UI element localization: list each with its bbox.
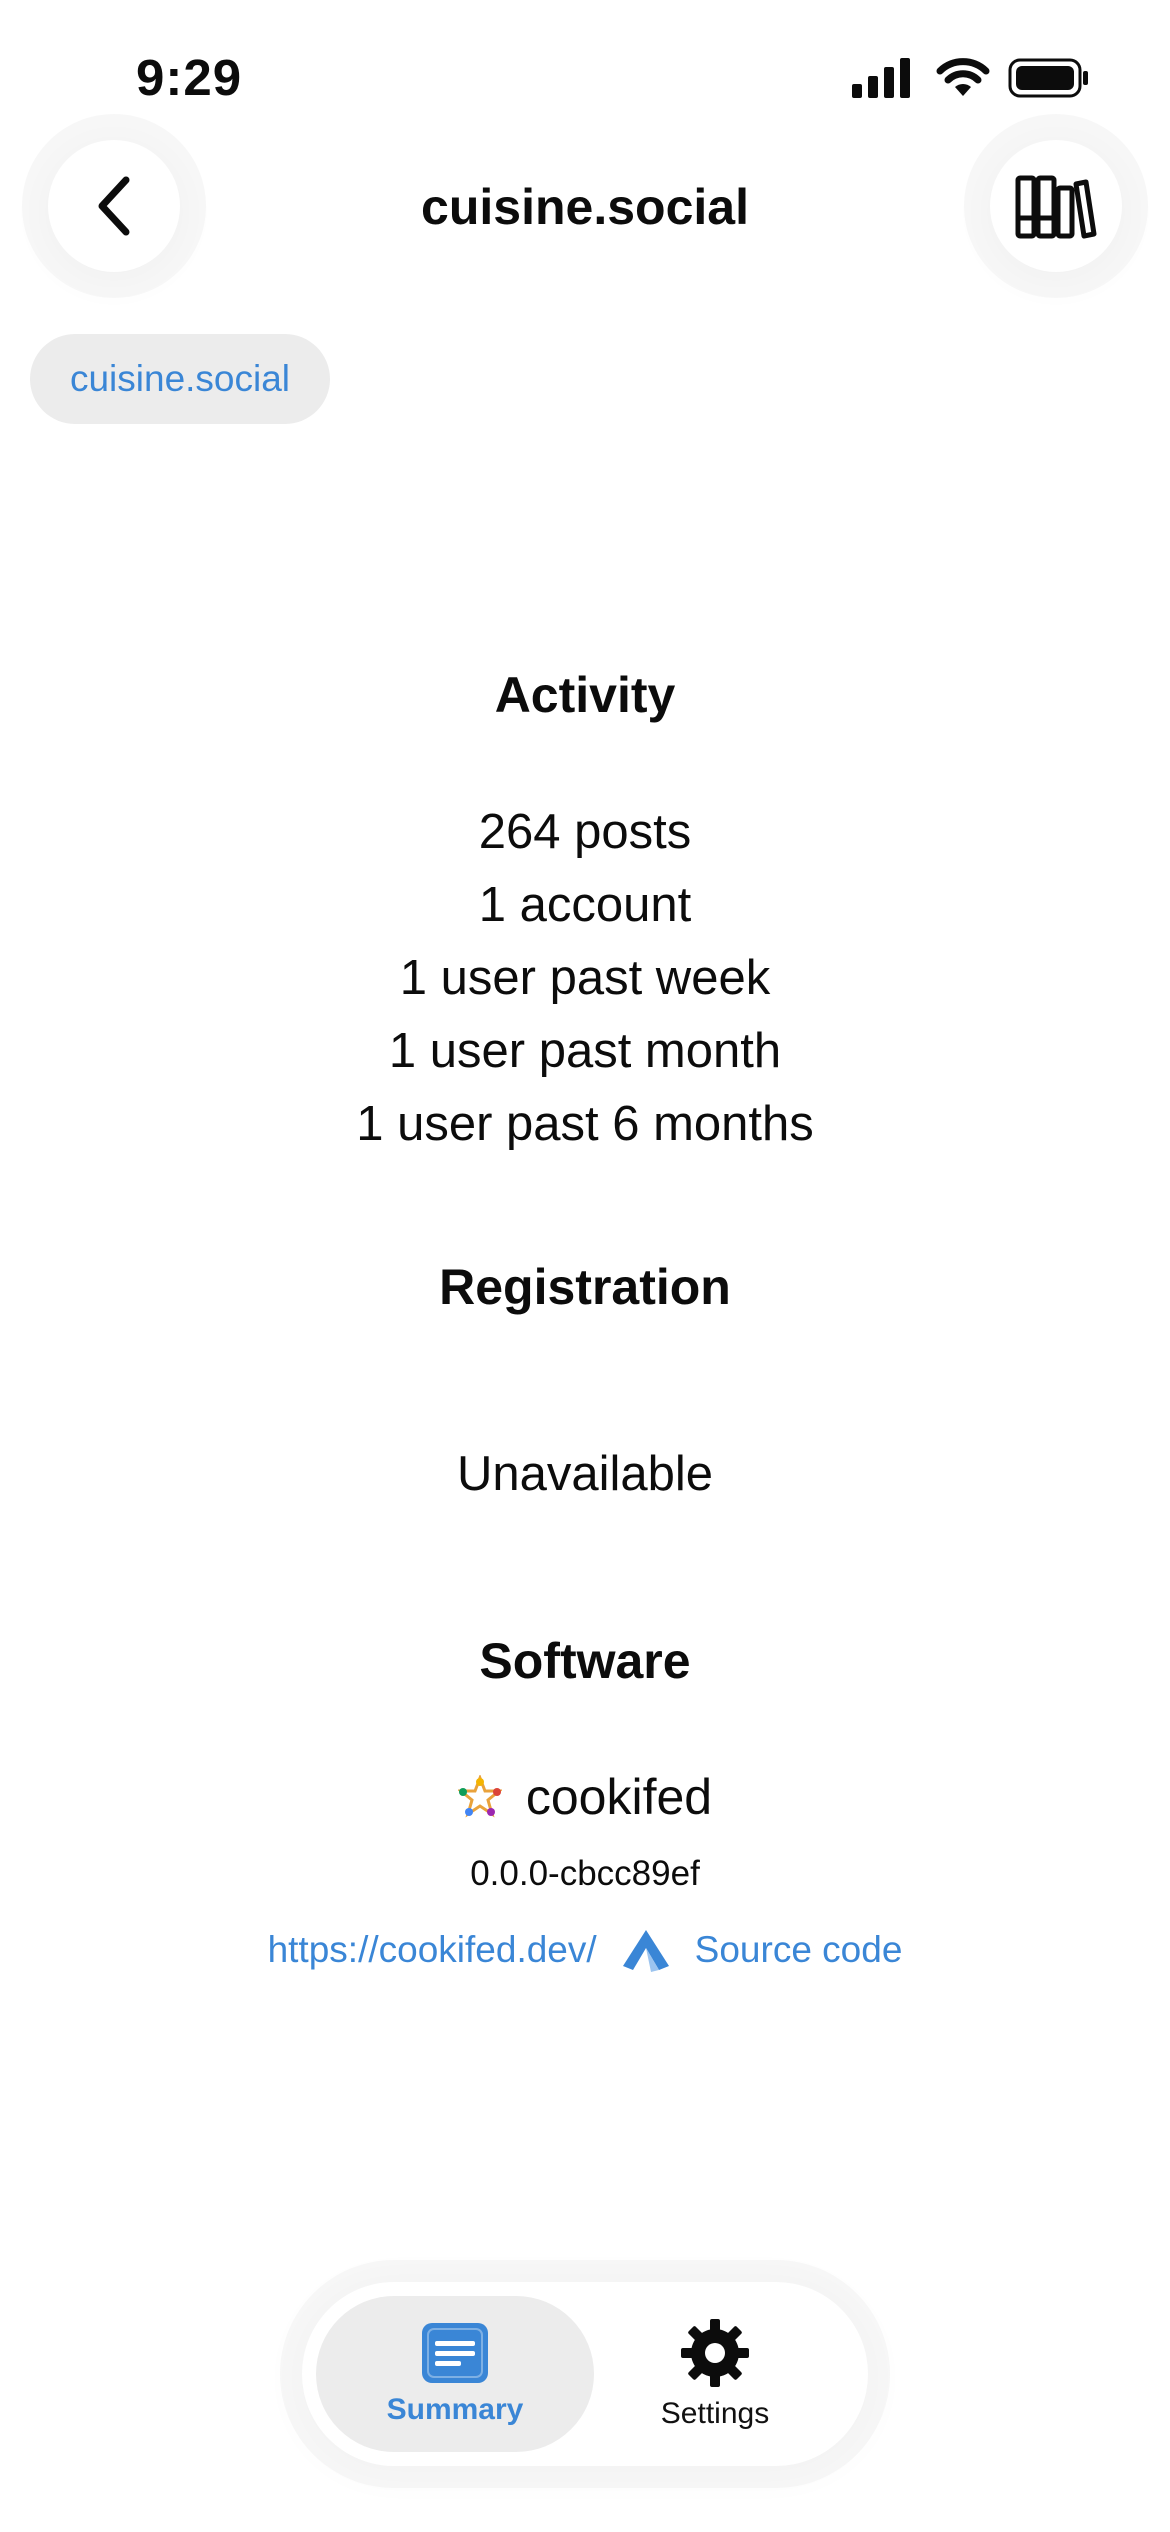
cellular-signal-icon bbox=[852, 58, 910, 98]
cookifed-logo-icon bbox=[457, 1775, 502, 1818]
domain-chip[interactable]: cuisine.social bbox=[30, 334, 330, 424]
software-version: 0.0.0-cbcc89ef bbox=[470, 1854, 700, 1893]
tab-summary[interactable]: Summary bbox=[316, 2296, 594, 2452]
software-links: https://cookifed.dev/ Source code bbox=[0, 1928, 1170, 1972]
source-code-link[interactable]: Source code bbox=[695, 1929, 903, 1971]
registration-title: Registration bbox=[439, 1259, 731, 1315]
stat-users-month: 1 user past month bbox=[388, 1024, 782, 1078]
tab-settings[interactable]: Settings bbox=[576, 2296, 854, 2452]
wifi-icon bbox=[936, 58, 990, 96]
tab-summary-label: Summary bbox=[386, 2393, 524, 2426]
source-code-icon bbox=[621, 1928, 671, 1972]
battery-icon bbox=[1008, 58, 1088, 98]
software-title: Software bbox=[479, 1633, 691, 1689]
library-button[interactable] bbox=[990, 140, 1122, 272]
tab-settings-label: Settings bbox=[660, 2397, 770, 2430]
summary-icon bbox=[422, 2323, 488, 2383]
gear-icon bbox=[681, 2319, 749, 2387]
stat-posts: 264 posts bbox=[478, 805, 692, 859]
stat-accounts: 1 account bbox=[478, 878, 692, 932]
status-time: 9:29 bbox=[136, 49, 243, 106]
books-icon bbox=[1015, 175, 1097, 239]
homepage-link[interactable]: https://cookifed.dev/ bbox=[268, 1929, 597, 1971]
software-name: cookifed bbox=[525, 1769, 713, 1825]
activity-title: Activity bbox=[494, 667, 676, 723]
stat-users-week: 1 user past week bbox=[399, 951, 771, 1005]
tab-bar: Summary Settings bbox=[302, 2282, 868, 2466]
status-bar: 9:29 bbox=[0, 0, 1170, 150]
stat-users-6-months: 1 user past 6 months bbox=[356, 1097, 814, 1151]
software-row: cookifed bbox=[0, 1768, 1170, 1826]
registration-status: Unavailable bbox=[456, 1447, 714, 1501]
